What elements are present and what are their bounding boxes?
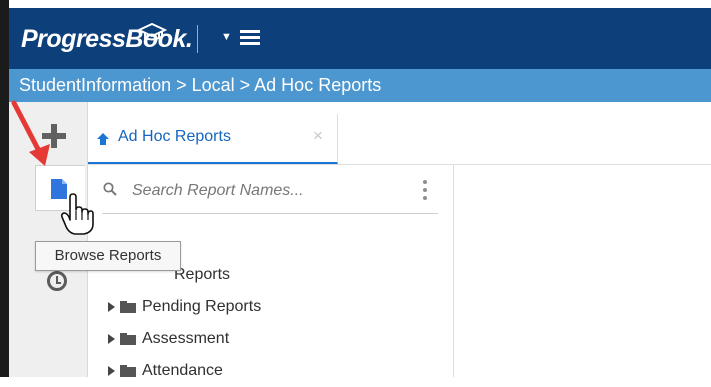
tree-item-assessment[interactable]: Assessment bbox=[106, 323, 406, 355]
tree-item-attendance[interactable]: Attendance bbox=[106, 355, 406, 387]
hand-cursor-icon bbox=[60, 193, 94, 235]
search-report-names-input[interactable] bbox=[130, 179, 399, 203]
tab-label: Ad Hoc Reports bbox=[118, 128, 231, 145]
folder-icon bbox=[120, 301, 136, 313]
progressbook-logo[interactable]: ProgressBook. bbox=[21, 23, 199, 53]
folder-icon bbox=[120, 365, 136, 377]
caret-down-icon: ▼ bbox=[221, 31, 232, 43]
browse-reports-tooltip: Browse Reports bbox=[35, 241, 181, 271]
close-icon[interactable]: × bbox=[313, 126, 323, 146]
search-icon bbox=[103, 182, 117, 196]
application-header: ProgressBook. ▼ bbox=[9, 8, 711, 69]
tab-ad-hoc-reports[interactable]: Ad Hoc Reports × bbox=[88, 114, 338, 164]
annotation-arrow bbox=[11, 100, 50, 166]
report-search-container bbox=[102, 172, 438, 214]
tree-item-label: Reports bbox=[174, 266, 231, 283]
expand-arrow-icon[interactable] bbox=[106, 366, 116, 376]
tree-item-label: Pending Reports bbox=[142, 298, 262, 315]
main-menu-button[interactable]: ▼ bbox=[221, 22, 260, 52]
tree-item-pending-reports[interactable]: Pending Reports bbox=[106, 291, 406, 323]
report-tabs: Ad Hoc Reports × bbox=[88, 102, 711, 165]
graduation-cap-icon bbox=[137, 23, 167, 41]
tree-item-label: Assessment bbox=[142, 330, 230, 347]
home-icon bbox=[97, 133, 109, 145]
expand-arrow-icon[interactable] bbox=[106, 302, 116, 312]
report-folder-tree: Reports Pending Reports Assessment Atten… bbox=[106, 259, 406, 387]
screenshot-left-border bbox=[0, 0, 9, 377]
recent-reports-icon[interactable] bbox=[47, 271, 67, 291]
tree-item-label: Attendance bbox=[142, 362, 223, 379]
folder-icon bbox=[120, 333, 136, 345]
more-vertical-icon[interactable] bbox=[423, 180, 427, 200]
screenshot-top-margin bbox=[0, 0, 711, 8]
expand-arrow-icon[interactable] bbox=[106, 334, 116, 344]
panel-divider bbox=[453, 164, 454, 377]
hamburger-menu-icon bbox=[239, 29, 260, 45]
breadcrumb[interactable]: StudentInformation > Local > Ad Hoc Repo… bbox=[9, 69, 711, 102]
